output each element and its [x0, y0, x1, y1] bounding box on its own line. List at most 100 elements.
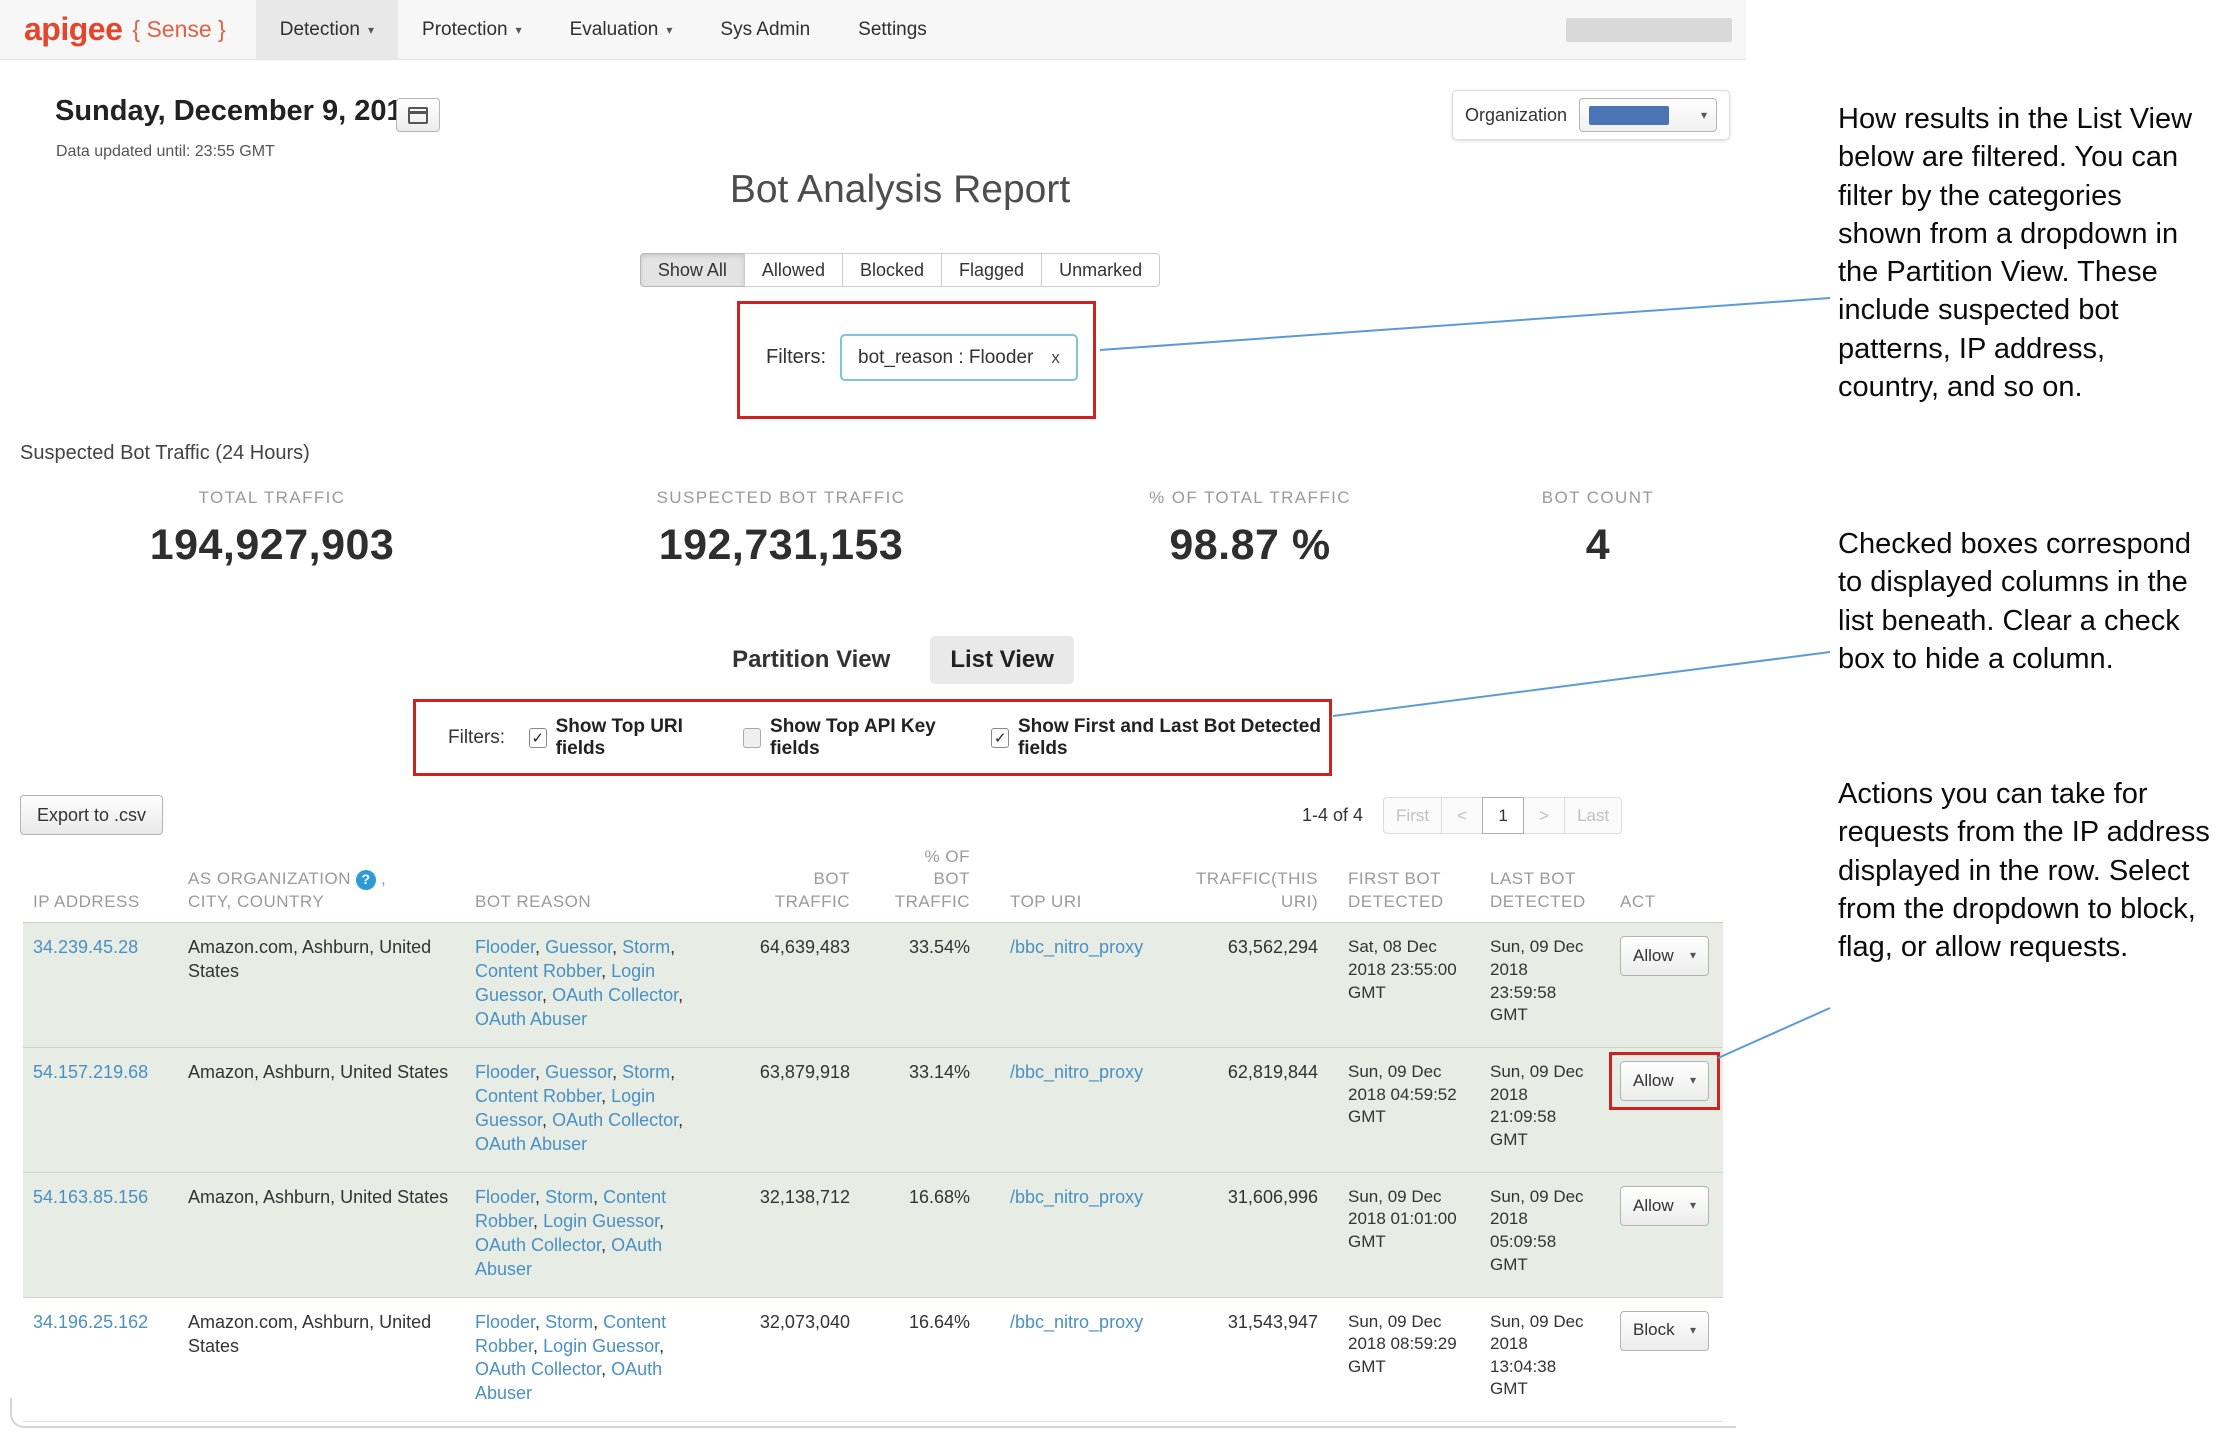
bot-reason-link[interactable]: Guessor: [545, 1062, 612, 1082]
first-bot-detected-value: Sun, 09 Dec 2018 08:59:29 GMT: [1330, 1311, 1472, 1407]
annotation-highlight-column-filters: Filters: ✓Show Top URI fieldsShow Top AP…: [413, 699, 1332, 776]
nav-item-label: Protection: [422, 19, 508, 41]
stat-label: % OF TOTAL TRAFFIC: [1050, 488, 1450, 508]
partition-view-toggle[interactable]: Partition View: [726, 636, 896, 684]
top-uri-link[interactable]: /bbc_nitro_proxy: [1010, 1312, 1143, 1332]
table-row: 54.163.85.156Amazon, Ashburn, United Sta…: [23, 1173, 1723, 1298]
bot-reason-link[interactable]: OAuth Collector: [552, 1110, 678, 1130]
bot-reason-link[interactable]: Guessor: [545, 937, 612, 957]
traffic-this-uri-value: 31,543,947: [1160, 1311, 1330, 1407]
action-dropdown[interactable]: Allow ▾: [1620, 936, 1709, 976]
help-icon[interactable]: ?: [356, 870, 376, 890]
action-label: Allow: [1633, 945, 1674, 968]
bot-reason-link[interactable]: Content Robber: [475, 961, 601, 981]
nav-item-sys-admin[interactable]: Sys Admin: [696, 0, 834, 59]
nav-item-settings[interactable]: Settings: [834, 0, 951, 59]
page-button-first[interactable]: First: [1383, 797, 1442, 834]
page-button-last[interactable]: Last: [1564, 797, 1622, 834]
action-dropdown[interactable]: Block▾: [1620, 1311, 1709, 1351]
bot-reason-link[interactable]: OAuth Collector: [552, 985, 678, 1005]
stat-label: TOTAL TRAFFIC: [82, 488, 462, 508]
data-updated-note: Data updated until: 23:55 GMT: [56, 143, 275, 161]
bot-reason-link[interactable]: Content Robber: [475, 1086, 601, 1106]
pct-bot-traffic-value: 33.54%: [862, 936, 982, 1032]
as-organization: Amazon, Ashburn, United States: [178, 1061, 465, 1157]
stat-bot-count: BOT COUNT4: [1448, 488, 1748, 570]
filter-checkbox-show-top-uri-fields[interactable]: ✓Show Top URI fields: [529, 716, 713, 760]
stat-value: 4: [1448, 521, 1748, 570]
organization-dropdown[interactable]: ▾: [1579, 98, 1717, 132]
bot-traffic-value: 32,073,040: [700, 1311, 862, 1407]
export-csv-button[interactable]: Export to .csv: [20, 795, 163, 835]
bot-reason-link[interactable]: Login Guessor: [543, 1211, 659, 1231]
bot-reason-link[interactable]: OAuth Abuser: [475, 1009, 587, 1029]
checkbox-checked-icon[interactable]: ✓: [529, 728, 547, 748]
pagination: First<1>Last: [1383, 797, 1622, 834]
bot-reason-link[interactable]: OAuth Collector: [475, 1235, 601, 1255]
page-button-page-1[interactable]: 1: [1482, 797, 1524, 834]
list-view-toggle[interactable]: List View: [930, 636, 1074, 684]
column-header-traffic-this-uri: TRAFFIC(THISURI): [1160, 868, 1330, 913]
checkbox-checked-icon[interactable]: ✓: [991, 728, 1009, 748]
ip-address-link[interactable]: 54.157.219.68: [33, 1062, 148, 1082]
bot-reason-link[interactable]: OAuth Abuser: [475, 1134, 587, 1154]
nav-item-evaluation[interactable]: Evaluation▾: [546, 0, 697, 59]
top-uri-link[interactable]: /bbc_nitro_proxy: [1010, 1187, 1143, 1207]
checkbox-unchecked-icon[interactable]: [743, 728, 761, 748]
chevron-down-icon: ▾: [1690, 1073, 1696, 1089]
bot-reason-link[interactable]: Flooder: [475, 1187, 535, 1207]
result-range: 1-4 of 4: [1302, 805, 1363, 826]
bot-reason-link[interactable]: Flooder: [475, 1062, 535, 1082]
column-header-act: ACT: [1610, 891, 1723, 913]
filter-checkbox-show-top-api-key-fields[interactable]: Show Top API Key fields: [743, 716, 961, 760]
as-organization: Amazon.com, Ashburn, United States: [178, 936, 465, 1032]
chevron-down-icon: ▾: [1690, 1198, 1696, 1214]
table-body: 34.239.45.28 Amazon.com, Ashburn, United …: [23, 923, 1723, 1422]
bot-reason-link[interactable]: Storm: [622, 1062, 670, 1082]
tab-allowed[interactable]: Allowed: [744, 253, 843, 287]
remove-filter-icon[interactable]: x: [1051, 348, 1060, 368]
annotation-note: Checked boxes correspond to displayed co…: [1838, 525, 2212, 678]
ip-address-link[interactable]: 34.196.25.162: [33, 1312, 148, 1332]
bot-reason-link[interactable]: OAuth Collector: [475, 1359, 601, 1379]
page-button-prev[interactable]: <: [1441, 797, 1483, 834]
bot-reason-link[interactable]: Flooder: [475, 937, 535, 957]
tab-unmarked[interactable]: Unmarked: [1041, 253, 1160, 287]
nav-item-protection[interactable]: Protection▾: [398, 0, 546, 59]
filter-tag[interactable]: bot_reason : Flooder x: [840, 334, 1078, 381]
annotation-note: How results in the List View below are f…: [1838, 100, 2212, 406]
calendar-button[interactable]: [396, 98, 440, 132]
filter-checkbox-show-first-and-last-bot-detected-fields[interactable]: ✓ Show First and Last Bot Detected fields: [991, 716, 1329, 760]
ip-address-link[interactable]: 54.163.85.156: [33, 1187, 148, 1207]
stat-label: SUSPECTED BOT TRAFFIC: [581, 488, 981, 508]
action-label: Allow: [1633, 1195, 1674, 1218]
nav-item-detection[interactable]: Detection▾: [256, 0, 398, 59]
chevron-down-icon: ▾: [1690, 948, 1696, 964]
bot-reason-link[interactable]: Storm: [545, 1312, 593, 1332]
filter-checkbox-label: Show First and Last Bot Detected fields: [1018, 716, 1329, 760]
bot-reason-link[interactable]: Storm: [622, 937, 670, 957]
filters-label: Filters:: [766, 346, 826, 369]
annotation-note: Actions you can take for requests from t…: [1838, 775, 2212, 966]
chevron-down-icon: ▾: [1690, 1323, 1696, 1339]
annotation-highlight-filter-tag: Filters: bot_reason : Flooder x: [737, 301, 1096, 419]
tab-flagged[interactable]: Flagged: [941, 253, 1042, 287]
ip-address-link[interactable]: 34.239.45.28: [33, 937, 138, 957]
page-button-next[interactable]: >: [1523, 797, 1565, 834]
apigee-logo[interactable]: apigee { Sense }: [0, 0, 246, 59]
apigee-logo-text: apigee: [24, 11, 122, 48]
top-uri-link[interactable]: /bbc_nitro_proxy: [1010, 937, 1143, 957]
bot-reason-link[interactable]: Storm: [545, 1187, 593, 1207]
last-bot-detected-value: Sun, 09 Dec 2018 05:09:58 GMT: [1472, 1186, 1610, 1282]
table-row: 54.157.219.68 Amazon, Ashburn, United Sta…: [23, 1048, 1723, 1173]
action-dropdown[interactable]: Allow▾: [1620, 1061, 1709, 1101]
pct-bot-traffic-value: 33.14%: [862, 1061, 982, 1157]
bot-reason-link[interactable]: Flooder: [475, 1312, 535, 1332]
action-dropdown[interactable]: Allow ▾: [1620, 1186, 1709, 1226]
list-filter-options: ✓Show Top URI fields Show Top API Key fie…: [529, 716, 1329, 760]
top-uri-link[interactable]: /bbc_nitro_proxy: [1010, 1062, 1143, 1082]
bot-reason-link[interactable]: Login Guessor: [543, 1336, 659, 1356]
table-row: 34.239.45.28 Amazon.com, Ashburn, United …: [23, 923, 1723, 1048]
tab-blocked[interactable]: Blocked: [842, 253, 942, 287]
tab-show-all[interactable]: Show All: [640, 253, 745, 287]
